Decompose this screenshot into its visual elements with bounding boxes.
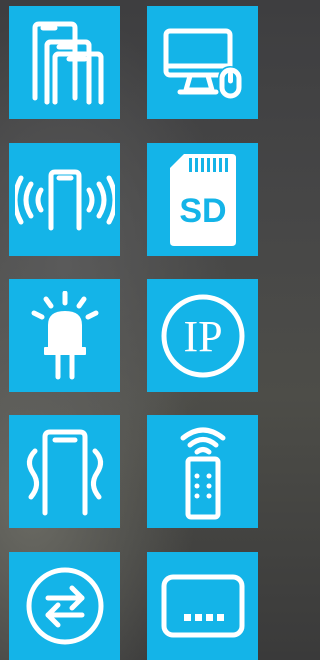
tile-computer-software[interactable] xyxy=(147,6,258,119)
sd-card-label: SD xyxy=(179,192,226,230)
tile-lcd-display[interactable] xyxy=(147,552,258,660)
gate-with-vibration-icon xyxy=(19,427,111,517)
tile-bidirectional[interactable] xyxy=(9,552,120,660)
bidirectional-arrows-icon xyxy=(24,565,106,647)
tile-sd-card[interactable]: SD xyxy=(147,143,258,256)
gate-with-alarm-waves-icon xyxy=(14,168,115,232)
computer-with-mouse-icon xyxy=(162,26,244,100)
lcd-display-icon xyxy=(160,573,246,639)
sd-card-icon: SD xyxy=(168,152,238,248)
double-walk-through-gate-icon xyxy=(25,18,105,108)
remote-control-icon xyxy=(173,424,233,520)
tile-vibration-gate[interactable] xyxy=(9,415,120,528)
ip-rating-label: IP xyxy=(183,312,222,361)
tile-ip-rating[interactable]: IP xyxy=(147,279,258,392)
tile-alarm-gate[interactable] xyxy=(9,143,120,256)
ip-rating-icon: IP xyxy=(160,293,246,379)
tile-walk-through-gates[interactable] xyxy=(9,6,120,119)
tile-led-indicator[interactable] xyxy=(9,279,120,392)
tile-remote-control[interactable] xyxy=(147,415,258,528)
led-light-icon xyxy=(30,290,100,381)
